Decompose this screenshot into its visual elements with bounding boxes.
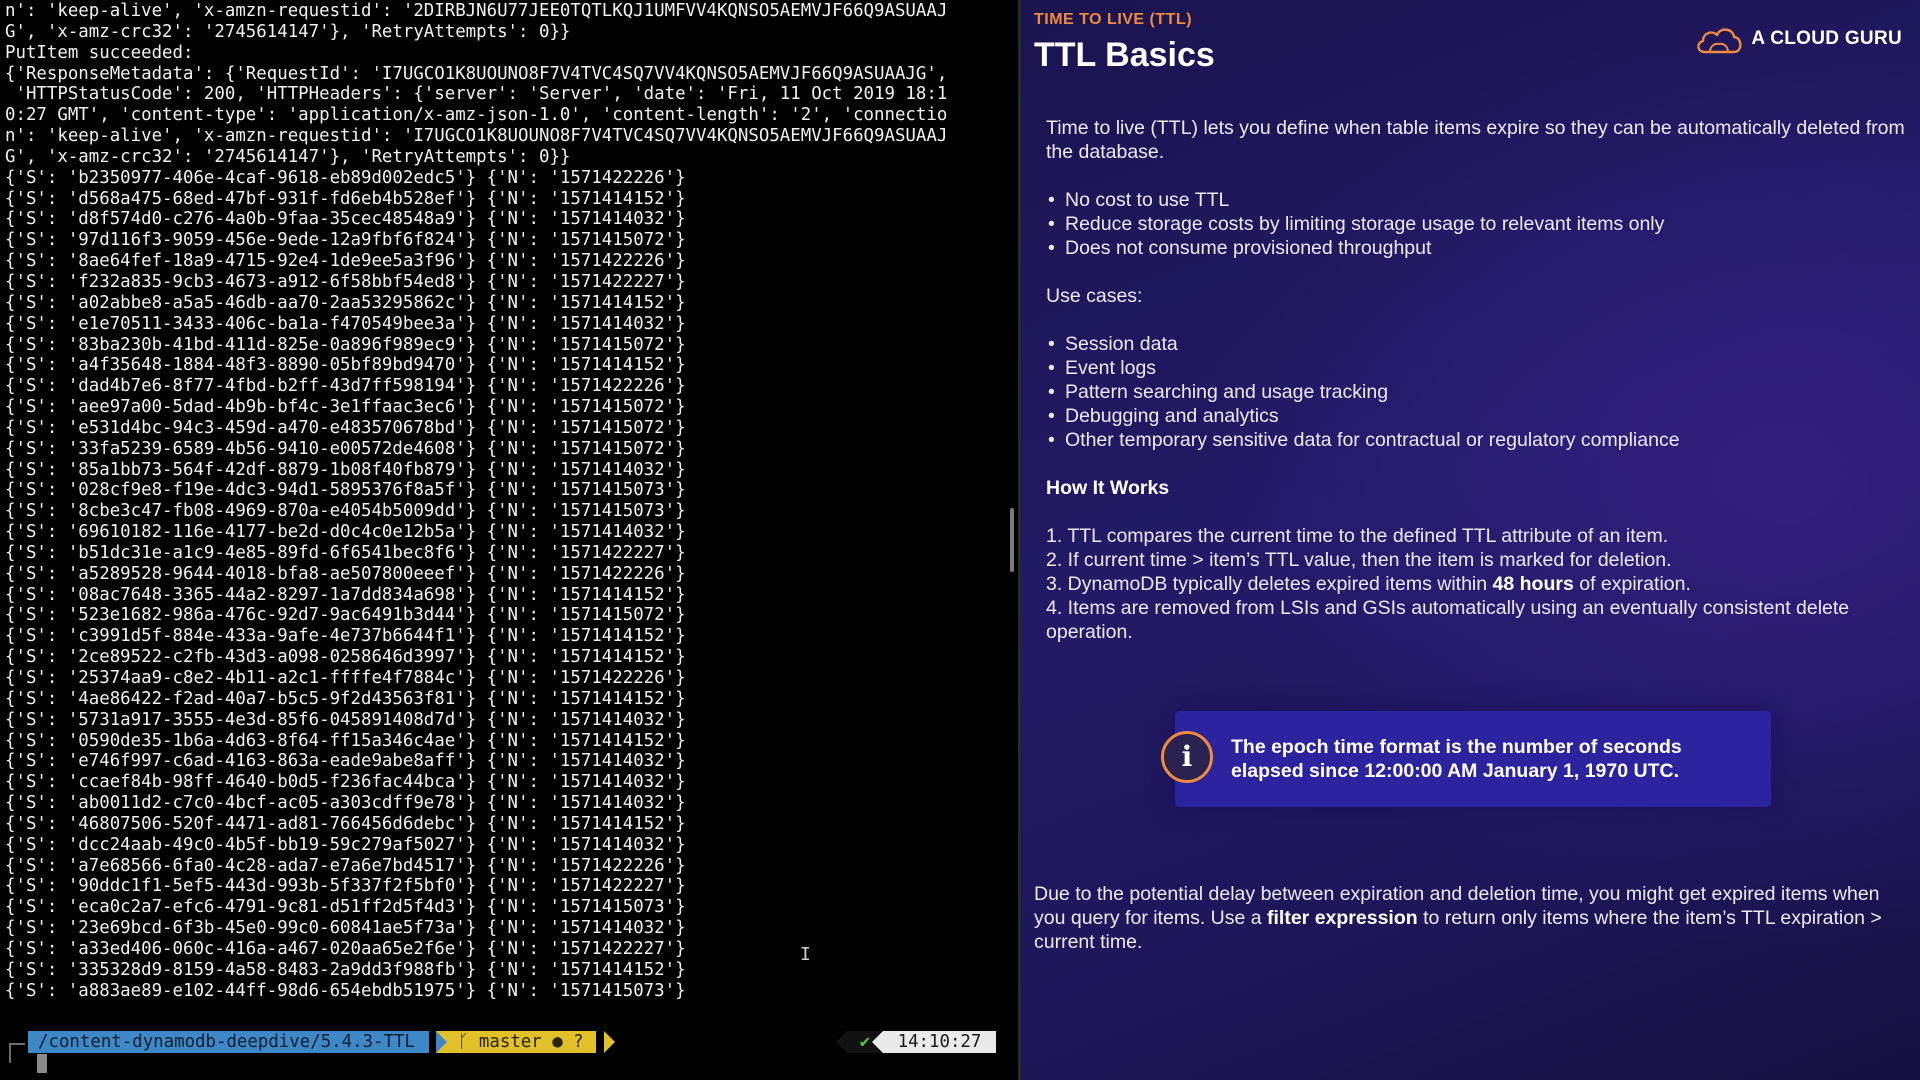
terminal-output: n': 'keep-alive', 'x-amzn-requestid': '2… xyxy=(5,1,1010,1002)
terminal-line: {'S': '90ddc1f1-5ef5-443d-993b-5f337f2f5… xyxy=(5,876,686,897)
terminal-line: {'S': 'a7e68566-6fa0-4c28-ada7-e7a6e7bd4… xyxy=(5,855,686,876)
terminal-line: {'S': '83ba230b-41bd-411d-825e-0a896f989… xyxy=(5,334,686,355)
terminal-line: {'ResponseMetadata': {'RequestId': 'I7UG… xyxy=(5,63,948,84)
terminal-pane[interactable]: n': 'keep-alive', 'x-amzn-requestid': '2… xyxy=(0,0,1018,1080)
list-item: Reduce storage costs by limiting storage… xyxy=(1046,212,1906,236)
terminal-line: {'S': 'a02abbe8-a5a5-46db-aa70-2aa532958… xyxy=(5,292,686,313)
terminal-line: G', 'x-amz-crc32': '2745614147'}, 'Retry… xyxy=(5,21,571,42)
footer-note: Due to the potential delay between expir… xyxy=(1034,882,1914,954)
list-item: 4. Items are removed from LSIs and GSIs … xyxy=(1046,597,1850,643)
terminal-line: {'S': '69610182-116e-4177-be2d-d0c4c0e12… xyxy=(5,522,686,543)
prompt-separator-arrow xyxy=(436,1031,447,1053)
terminal-line: {'S': 'aee97a00-5dad-4b9b-bf4c-3e1ffaac3… xyxy=(5,397,686,418)
prompt-corner-glyph xyxy=(9,1043,25,1063)
terminal-line: {'S': 'e531d4bc-94c3-459d-a470-e48357067… xyxy=(5,417,686,438)
slide-body: Time to live (TTL) lets you define when … xyxy=(1046,116,1906,644)
list-item: 1. TTL compares the current time to the … xyxy=(1046,525,1669,547)
cursor-block-icon[interactable] xyxy=(37,1054,47,1073)
terminal-line: {'S': '8ae64fef-18a9-4715-92e4-1de9ee5a3… xyxy=(5,251,686,272)
terminal-line: {'S': 'b51dc31e-a1c9-4e85-89fd-6f6541bec… xyxy=(5,542,686,563)
how-it-works-steps: 1. TTL compares the current time to the … xyxy=(1046,524,1906,644)
cloud-logo-icon xyxy=(1697,28,1742,54)
step-highlight: 48 hours xyxy=(1492,573,1574,595)
terminal-line: 'HTTPStatusCode': 200, 'HTTPHeaders': {'… xyxy=(5,84,948,105)
terminal-line: {'S': 'a5289528-9644-4018-bfa8-ae507800e… xyxy=(5,563,686,584)
terminal-line: {'S': 'eca0c2a7-efc6-4791-9c81-d51ff2d5f… xyxy=(5,897,686,918)
terminal-line: {'S': 'c3991d5f-884e-433a-9afe-4e737b664… xyxy=(5,626,686,647)
terminal-line: {'S': '23e69bcd-6f3b-45e0-99c0-60841ae5f… xyxy=(5,918,686,939)
text-cursor-icon: 𝙸 xyxy=(800,944,811,965)
terminal-line: {'S': '0590de35-1b6a-4d63-8f64-ff15a346c… xyxy=(5,730,686,751)
terminal-line: PutItem succeeded: xyxy=(5,42,194,63)
prompt-time-segment: 14:10:27 xyxy=(883,1031,996,1053)
terminal-line: {'S': 'a33ed406-060c-416a-a467-020aa65e2… xyxy=(5,938,686,959)
prompt-separator-arrow xyxy=(836,1031,847,1053)
terminal-line: {'S': 'ccaef84b-98ff-4640-b0d5-f236fac44… xyxy=(5,772,686,793)
list-item: 3. DynamoDB typically deletes expired it… xyxy=(1046,572,1906,596)
list-item: Pattern searching and usage tracking xyxy=(1046,380,1906,404)
terminal-line: n': 'keep-alive', 'x-amzn-requestid': 'I… xyxy=(5,126,948,147)
prompt-path-segment: /content-dynamodb-deepdive/5.4.3-TTL xyxy=(28,1031,429,1053)
use-cases-list: Session dataEvent logsPattern searching … xyxy=(1046,332,1906,452)
terminal-line: {'S': 'b2350977-406e-4caf-9618-eb89d002e… xyxy=(5,167,686,188)
info-icon: i xyxy=(1161,731,1213,783)
how-it-works-heading: How It Works xyxy=(1046,477,1170,499)
terminal-line: {'S': 'd8f574d0-c276-4a0b-9faa-35cec4854… xyxy=(5,209,686,230)
terminal-line: G', 'x-amz-crc32': '2745614147'}, 'Retry… xyxy=(5,146,571,167)
terminal-line: {'S': 'dcc24aab-49c0-4b5f-bb19-59c279af5… xyxy=(5,834,686,855)
presentation-slide: TIME TO LIVE (TTL) TTL Basics A CLOUD GU… xyxy=(1021,0,1920,1080)
use-cases-label: Use cases: xyxy=(1046,285,1143,307)
terminal-line: {'S': 'a883ae89-e102-44ff-98d6-654ebdb51… xyxy=(5,980,686,1001)
terminal-line: {'S': '028cf9e8-f19e-4dc3-94d1-5895376f8… xyxy=(5,480,686,501)
terminal-line: {'S': '2ce89522-c2fb-43d3-a098-0258646d3… xyxy=(5,647,686,668)
list-item: Other temporary sensitive data for contr… xyxy=(1046,428,1906,452)
terminal-line: {'S': '85a1bb73-564f-42df-8879-1b08f40fb… xyxy=(5,459,686,480)
prompt-separator-arrow xyxy=(604,1031,615,1053)
terminal-line: n': 'keep-alive', 'x-amzn-requestid': '2… xyxy=(5,1,948,21)
footer-highlight: filter expression xyxy=(1267,907,1418,929)
terminal-line: {'S': 'dad4b7e6-8f77-4fbd-b2ff-43d7ff598… xyxy=(5,376,686,397)
intro-paragraph: Time to live (TTL) lets you define when … xyxy=(1046,117,1905,163)
terminal-line: {'S': 'a4f35648-1884-48f3-8890-05bf89bd9… xyxy=(5,355,686,376)
terminal-line: {'S': 'ab0011d2-c7c0-4bcf-ac05-a303cdff9… xyxy=(5,793,686,814)
step-text: 3. DynamoDB typically deletes expired it… xyxy=(1046,573,1493,595)
terminal-line: {'S': 'e746f997-c6ad-4163-863a-eade9abe8… xyxy=(5,751,686,772)
list-item: Event logs xyxy=(1046,356,1906,380)
terminal-line: {'S': '46807506-520f-4471-ad81-766456d6d… xyxy=(5,813,686,834)
info-callout: i The epoch time format is the number of… xyxy=(1161,711,1771,807)
slide-title: TTL Basics xyxy=(1034,36,1215,74)
brand-name: A CLOUD GURU xyxy=(1751,28,1902,49)
list-item: 2. If current time > item’s TTL value, t… xyxy=(1046,549,1672,571)
prompt-git-branch-segment: ᚴ master ● ? xyxy=(436,1031,596,1053)
terminal-line: {'S': '523e1682-986a-476c-92d7-9ac6491b3… xyxy=(5,605,686,626)
list-item: No cost to use TTL xyxy=(1046,188,1906,212)
terminal-line: {'S': '335328d9-8159-4a58-8483-2a9dd3f98… xyxy=(5,959,686,980)
terminal-line: 0:27 GMT', 'content-type': 'application/… xyxy=(5,105,948,126)
terminal-line: {'S': '08ac7648-3365-44a2-8297-1a7dd834a… xyxy=(5,584,686,605)
terminal-line: {'S': '97d116f3-9059-456e-9ede-12a9fbf6f… xyxy=(5,230,686,251)
callout-text: The epoch time format is the number of s… xyxy=(1231,736,1682,782)
step-text: of expiration. xyxy=(1573,573,1691,595)
terminal-line: {'S': '8cbe3c47-fb08-4969-870a-e4054b500… xyxy=(5,501,686,522)
terminal-line: {'S': '33fa5239-6589-4b56-9410-e00572de4… xyxy=(5,438,686,459)
terminal-line: {'S': '4ae86422-f2ad-40a7-b5c5-9f2d43563… xyxy=(5,688,686,709)
slide-kicker: TIME TO LIVE (TTL) xyxy=(1034,11,1193,28)
terminal-line: {'S': 'd568a475-68ed-47bf-931f-fd6eb4b52… xyxy=(5,188,686,209)
list-item: Does not consume provisioned throughput xyxy=(1046,236,1906,260)
prompt-separator-arrow xyxy=(872,1031,883,1053)
list-item: Debugging and analytics xyxy=(1046,404,1906,428)
brand-header: A CLOUD GURU xyxy=(1693,22,1902,56)
benefits-list: No cost to use TTLReduce storage costs b… xyxy=(1046,188,1906,260)
terminal-line: {'S': '25374aa9-c8e2-4b11-a2c1-ffffe4f78… xyxy=(5,668,686,688)
scrollbar-thumb[interactable] xyxy=(1010,508,1014,572)
list-item: Session data xyxy=(1046,332,1906,356)
shell-prompt: /content-dynamodb-deepdive/5.4.3-TTL ᚴ m… xyxy=(0,1031,1018,1063)
terminal-line: {'S': 'e1e70511-3433-406c-ba1a-f470549be… xyxy=(5,313,686,334)
terminal-line: {'S': '5731a917-3555-4e3d-85f6-045891408… xyxy=(5,709,686,730)
terminal-line: {'S': 'f232a835-9cb3-4673-a912-6f58bbf54… xyxy=(5,271,686,292)
